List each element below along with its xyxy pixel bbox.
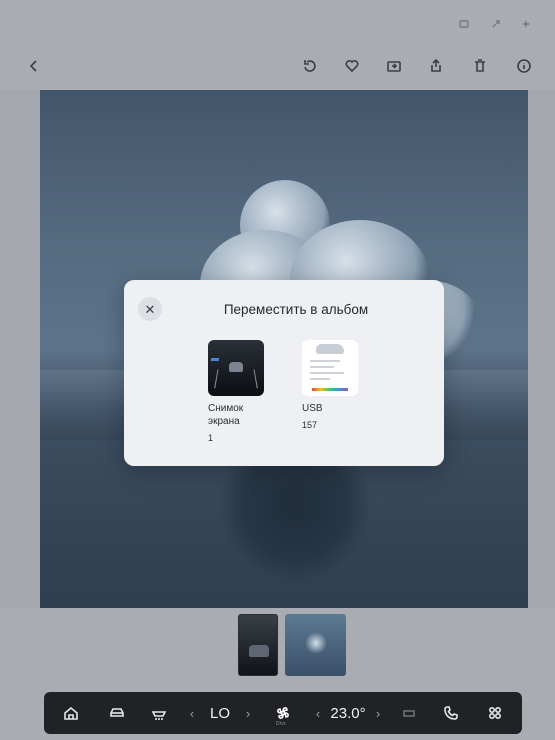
account-icon [458, 18, 470, 30]
temp-right-decrease[interactable]: ‹ [310, 692, 326, 734]
car-button[interactable] [102, 692, 132, 734]
phone-icon [444, 706, 458, 720]
thumbnail-screenshot[interactable] [238, 614, 278, 676]
album-count: 1 [208, 433, 214, 443]
album-name: Снимок экрана [208, 403, 244, 427]
photo-toolbar [0, 44, 555, 90]
temp-right-increase[interactable]: › [370, 692, 386, 734]
chevron-left-icon [29, 60, 37, 72]
status-bar [0, 0, 555, 44]
temp-left-value: LO [209, 704, 230, 722]
wireless-charging-icon [490, 18, 502, 30]
album-cover [302, 340, 358, 396]
apps-grid-icon [488, 706, 502, 720]
bluetooth-icon [520, 18, 532, 30]
rear-defrost-button[interactable] [144, 692, 174, 734]
share-button[interactable] [426, 56, 446, 76]
temp-left-decrease[interactable]: ‹ [184, 692, 200, 734]
album-usb[interactable]: USB 157 [302, 340, 372, 430]
favorite-button[interactable] [342, 56, 362, 76]
move-to-album-icon [387, 61, 401, 72]
album-name: USB [302, 403, 323, 414]
home-button[interactable] [56, 692, 86, 734]
share-icon [431, 58, 441, 72]
rear-defrost-icon [151, 711, 167, 720]
heart-icon [345, 60, 359, 73]
move-to-album-button[interactable] [384, 56, 404, 76]
info-button[interactable] [514, 56, 534, 76]
seat-heat-button[interactable] [394, 692, 424, 734]
fan-label: Drvr. [276, 721, 287, 727]
album-screenshots[interactable]: Снимок экрана 1 [208, 340, 278, 443]
fan-icon [277, 707, 289, 719]
fan-button[interactable] [268, 692, 298, 734]
album-cover [208, 340, 264, 396]
temp-right-value: 23.0° [330, 704, 366, 722]
album-count: 157 [302, 420, 318, 430]
apps-button[interactable] [480, 692, 510, 734]
trash-icon [475, 59, 485, 72]
dialog-title: Переместить в альбом [223, 302, 369, 317]
climate-dock: ‹ LO › Drvr. ‹ 23.0° › [44, 692, 522, 734]
info-icon [517, 59, 531, 73]
phone-button[interactable] [436, 692, 466, 734]
temp-left-increase[interactable]: › [240, 692, 256, 734]
filmstrip [0, 608, 555, 692]
thumbnail-cloud[interactable] [285, 614, 346, 676]
seat-heat-icon [403, 710, 415, 717]
back-button[interactable] [24, 56, 44, 76]
rotate-button[interactable] [300, 56, 320, 76]
rotate-icon [304, 60, 316, 72]
move-to-album-dialog: ✕ Переместить в альбом Снимок экрана 1 U… [124, 280, 444, 466]
delete-button[interactable] [470, 56, 490, 76]
home-icon [64, 706, 78, 720]
car-icon [110, 708, 124, 717]
